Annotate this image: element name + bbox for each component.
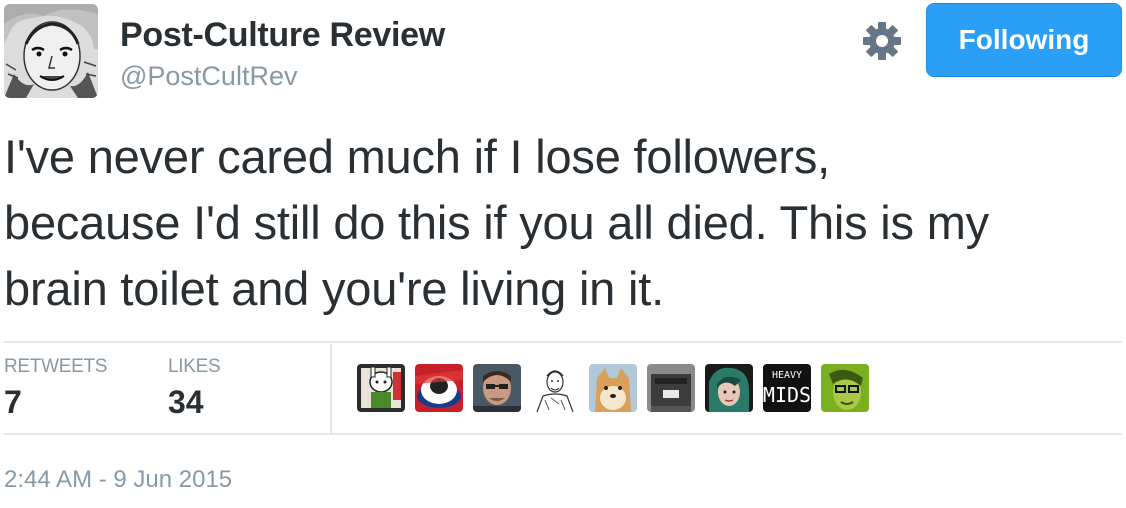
likes-label: LIKES xyxy=(168,356,221,377)
liker-avatar[interactable] xyxy=(473,364,521,412)
sketch-man-avatar-icon xyxy=(531,364,579,412)
liker-avatar[interactable] xyxy=(531,364,579,412)
retweets-label: RETWEETS xyxy=(4,356,108,377)
tweet-text-line: I've never cared much if I lose follower… xyxy=(4,130,831,183)
tweet-text-line: brain toilet and you're living in it. xyxy=(4,262,664,315)
author-avatar[interactable] xyxy=(4,4,98,98)
liker-avatar[interactable] xyxy=(357,364,405,412)
liker-avatar[interactable] xyxy=(589,364,637,412)
likes-stat[interactable]: LIKES 34 xyxy=(168,356,221,421)
gear-icon[interactable] xyxy=(862,21,902,61)
dark-object-avatar-icon xyxy=(647,364,695,412)
svg-text:HEAVY: HEAVY xyxy=(772,370,802,381)
cartoon-character-avatar-icon xyxy=(357,364,405,412)
liker-avatar[interactable] xyxy=(821,364,869,412)
retweets-stat[interactable]: RETWEETS 7 xyxy=(4,356,107,421)
stats-bottom-divider xyxy=(4,433,1122,435)
stats-vertical-divider xyxy=(330,344,332,434)
liker-avatar[interactable] xyxy=(647,364,695,412)
red-white-avatar-icon xyxy=(415,364,463,412)
likes-count: 34 xyxy=(168,384,204,420)
author-handle[interactable]: @PostCultRev xyxy=(120,61,297,92)
author-display-name[interactable]: Post-Culture Review xyxy=(120,16,445,55)
man-photo-avatar-icon xyxy=(473,364,521,412)
green-face-avatar-icon xyxy=(821,364,869,412)
liker-avatar[interactable]: HEAVY MIDS xyxy=(763,364,811,412)
tweet-text: I've never cared much if I lose follower… xyxy=(4,124,1119,322)
liker-avatar[interactable] xyxy=(705,364,753,412)
stats-top-divider xyxy=(4,341,1122,343)
woman-photo-avatar-icon xyxy=(705,364,753,412)
svg-text:MIDS: MIDS xyxy=(763,383,811,407)
shiba-dog-avatar-icon xyxy=(589,364,637,412)
tweet-timestamp[interactable]: 2:44 AM - 9 Jun 2015 xyxy=(4,466,232,494)
liker-avatar[interactable] xyxy=(415,364,463,412)
sketch-face-avatar-icon xyxy=(4,4,98,98)
heavy-mids-text-avatar-icon: HEAVY MIDS xyxy=(763,364,811,412)
liker-avatars: HEAVY MIDS xyxy=(357,364,869,412)
following-button[interactable]: Following xyxy=(926,3,1122,77)
retweets-count: 7 xyxy=(4,384,22,420)
tweet-text-line: because I'd still do this if you all die… xyxy=(4,196,989,249)
